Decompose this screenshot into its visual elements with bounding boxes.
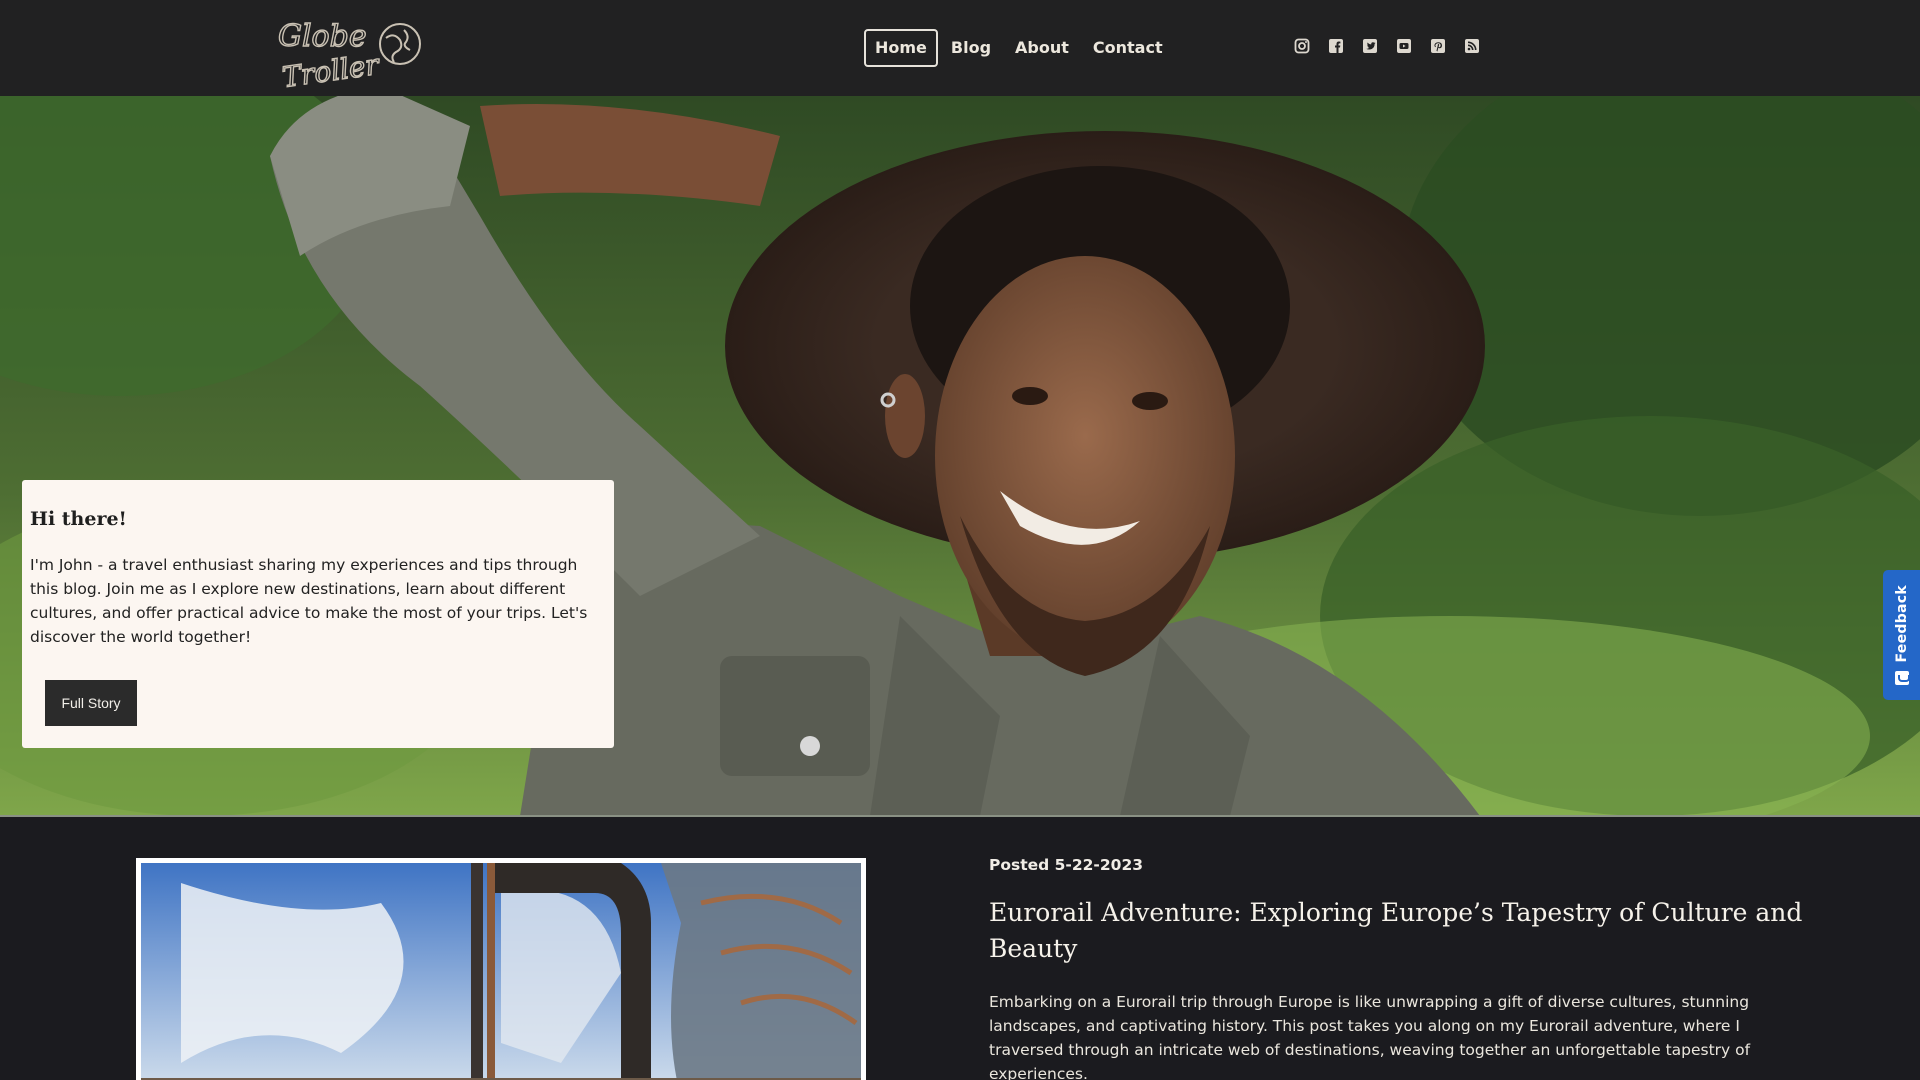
post-date: Posted 5-22-2023 [989,856,1144,874]
globe-troller-logo: Globe Troller [277,18,421,95]
feedback-smile-icon [1894,670,1910,685]
rss-icon[interactable] [1464,38,1480,54]
hero-banner: Hi there! I'm John - a travel enthusiast… [0,96,1920,816]
hero-divider [0,815,1920,817]
full-story-button[interactable]: Full Story [45,680,137,726]
social-links [1294,38,1480,54]
feedback-tab[interactable]: Feedback [1883,570,1920,700]
nav-blog[interactable]: Blog [940,29,1002,67]
intro-text: I'm John - a travel enthusiast sharing m… [30,556,588,646]
site-header: Globe Troller Home Blog About Contact [0,0,1920,96]
instagram-icon[interactable] [1294,38,1310,54]
post-thumbnail[interactable] [136,858,866,1080]
nav-contact[interactable]: Contact [1082,29,1174,67]
feedback-label: Feedback [1893,585,1910,663]
intro-card: Hi there! I'm John - a travel enthusiast… [22,480,614,748]
intro-heading: Hi there! [30,508,127,530]
svg-text:Globe: Globe [278,19,367,54]
site-logo[interactable]: Globe Troller [274,10,426,95]
youtube-icon[interactable] [1396,38,1412,54]
post-title[interactable]: Eurorail Adventure: Exploring Europe’s T… [989,895,1809,967]
nav-about[interactable]: About [1004,29,1080,67]
train-photo [141,863,861,1080]
main-nav: Home Blog About Contact [864,29,1174,67]
twitter-icon[interactable] [1362,38,1378,54]
facebook-icon[interactable] [1328,38,1344,54]
post-excerpt: Embarking on a Eurorail trip through Eur… [989,993,1751,1080]
pinterest-icon[interactable] [1430,38,1446,54]
nav-home[interactable]: Home [864,29,938,67]
